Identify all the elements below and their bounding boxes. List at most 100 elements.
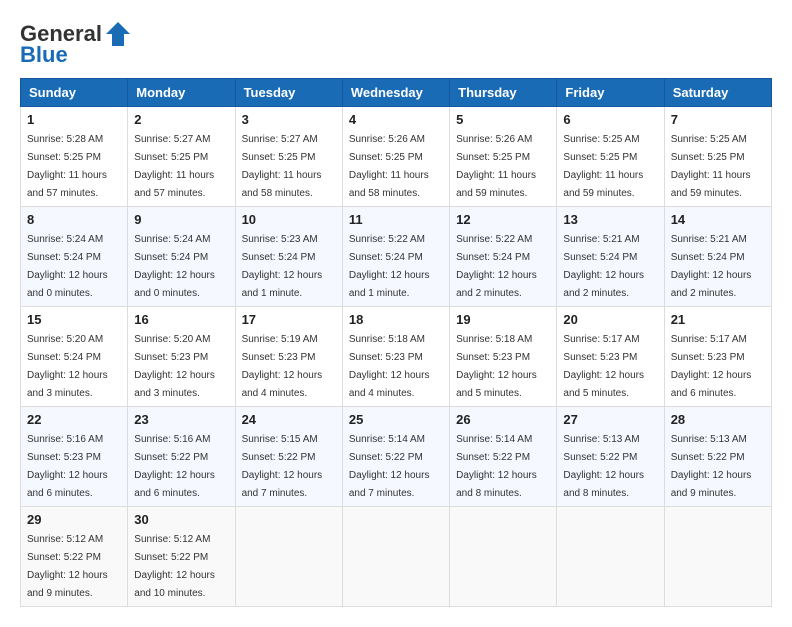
- calendar-cell: [235, 507, 342, 607]
- day-info: Sunrise: 5:20 AMSunset: 5:23 PMDaylight:…: [134, 334, 215, 399]
- day-number: 22: [27, 412, 121, 427]
- logo-icon: [104, 20, 132, 48]
- day-info: Sunrise: 5:26 AMSunset: 5:25 PMDaylight:…: [349, 134, 429, 199]
- day-number: 4: [349, 112, 443, 127]
- day-number: 2: [134, 112, 228, 127]
- calendar-body: 1 Sunrise: 5:28 AMSunset: 5:25 PMDayligh…: [21, 107, 772, 607]
- day-number: 8: [27, 212, 121, 227]
- calendar-cell: 21 Sunrise: 5:17 AMSunset: 5:23 PMDaylig…: [664, 307, 771, 407]
- day-number: 14: [671, 212, 765, 227]
- calendar-cell: 28 Sunrise: 5:13 AMSunset: 5:22 PMDaylig…: [664, 407, 771, 507]
- calendar-cell: 22 Sunrise: 5:16 AMSunset: 5:23 PMDaylig…: [21, 407, 128, 507]
- weekday-sunday: Sunday: [21, 79, 128, 107]
- day-number: 9: [134, 212, 228, 227]
- day-info: Sunrise: 5:13 AMSunset: 5:22 PMDaylight:…: [563, 434, 644, 499]
- calendar-cell: 7 Sunrise: 5:25 AMSunset: 5:25 PMDayligh…: [664, 107, 771, 207]
- day-number: 13: [563, 212, 657, 227]
- day-info: Sunrise: 5:17 AMSunset: 5:23 PMDaylight:…: [563, 334, 644, 399]
- weekday-friday: Friday: [557, 79, 664, 107]
- calendar-cell: [664, 507, 771, 607]
- calendar-cell: 13 Sunrise: 5:21 AMSunset: 5:24 PMDaylig…: [557, 207, 664, 307]
- calendar-table: SundayMondayTuesdayWednesdayThursdayFrid…: [20, 78, 772, 607]
- day-info: Sunrise: 5:20 AMSunset: 5:24 PMDaylight:…: [27, 334, 108, 399]
- day-number: 23: [134, 412, 228, 427]
- day-info: Sunrise: 5:21 AMSunset: 5:24 PMDaylight:…: [671, 234, 752, 299]
- day-number: 28: [671, 412, 765, 427]
- calendar-cell: 27 Sunrise: 5:13 AMSunset: 5:22 PMDaylig…: [557, 407, 664, 507]
- day-number: 20: [563, 312, 657, 327]
- day-number: 6: [563, 112, 657, 127]
- calendar-cell: 10 Sunrise: 5:23 AMSunset: 5:24 PMDaylig…: [235, 207, 342, 307]
- day-number: 17: [242, 312, 336, 327]
- day-info: Sunrise: 5:15 AMSunset: 5:22 PMDaylight:…: [242, 434, 323, 499]
- day-info: Sunrise: 5:23 AMSunset: 5:24 PMDaylight:…: [242, 234, 323, 299]
- calendar-cell: 17 Sunrise: 5:19 AMSunset: 5:23 PMDaylig…: [235, 307, 342, 407]
- day-info: Sunrise: 5:22 AMSunset: 5:24 PMDaylight:…: [349, 234, 430, 299]
- calendar-cell: 16 Sunrise: 5:20 AMSunset: 5:23 PMDaylig…: [128, 307, 235, 407]
- day-number: 12: [456, 212, 550, 227]
- day-number: 1: [27, 112, 121, 127]
- calendar-cell: 26 Sunrise: 5:14 AMSunset: 5:22 PMDaylig…: [450, 407, 557, 507]
- day-number: 26: [456, 412, 550, 427]
- day-info: Sunrise: 5:22 AMSunset: 5:24 PMDaylight:…: [456, 234, 537, 299]
- weekday-wednesday: Wednesday: [342, 79, 449, 107]
- calendar-cell: 8 Sunrise: 5:24 AMSunset: 5:24 PMDayligh…: [21, 207, 128, 307]
- day-number: 15: [27, 312, 121, 327]
- calendar-cell: 3 Sunrise: 5:27 AMSunset: 5:25 PMDayligh…: [235, 107, 342, 207]
- calendar-cell: 29 Sunrise: 5:12 AMSunset: 5:22 PMDaylig…: [21, 507, 128, 607]
- calendar-cell: 15 Sunrise: 5:20 AMSunset: 5:24 PMDaylig…: [21, 307, 128, 407]
- calendar-cell: 23 Sunrise: 5:16 AMSunset: 5:22 PMDaylig…: [128, 407, 235, 507]
- day-number: 19: [456, 312, 550, 327]
- day-number: 27: [563, 412, 657, 427]
- weekday-header-row: SundayMondayTuesdayWednesdayThursdayFrid…: [21, 79, 772, 107]
- day-info: Sunrise: 5:24 AMSunset: 5:24 PMDaylight:…: [134, 234, 215, 299]
- day-number: 24: [242, 412, 336, 427]
- calendar-week-2: 8 Sunrise: 5:24 AMSunset: 5:24 PMDayligh…: [21, 207, 772, 307]
- day-info: Sunrise: 5:25 AMSunset: 5:25 PMDaylight:…: [563, 134, 643, 199]
- day-number: 3: [242, 112, 336, 127]
- day-number: 16: [134, 312, 228, 327]
- day-info: Sunrise: 5:12 AMSunset: 5:22 PMDaylight:…: [134, 534, 215, 599]
- day-info: Sunrise: 5:18 AMSunset: 5:23 PMDaylight:…: [456, 334, 537, 399]
- day-number: 21: [671, 312, 765, 327]
- day-info: Sunrise: 5:28 AMSunset: 5:25 PMDaylight:…: [27, 134, 107, 199]
- calendar-cell: [342, 507, 449, 607]
- calendar-cell: 24 Sunrise: 5:15 AMSunset: 5:22 PMDaylig…: [235, 407, 342, 507]
- day-info: Sunrise: 5:21 AMSunset: 5:24 PMDaylight:…: [563, 234, 644, 299]
- page-header: General Blue: [20, 20, 772, 68]
- day-info: Sunrise: 5:25 AMSunset: 5:25 PMDaylight:…: [671, 134, 751, 199]
- calendar-week-3: 15 Sunrise: 5:20 AMSunset: 5:24 PMDaylig…: [21, 307, 772, 407]
- calendar-cell: 6 Sunrise: 5:25 AMSunset: 5:25 PMDayligh…: [557, 107, 664, 207]
- calendar-cell: [450, 507, 557, 607]
- weekday-thursday: Thursday: [450, 79, 557, 107]
- day-info: Sunrise: 5:13 AMSunset: 5:22 PMDaylight:…: [671, 434, 752, 499]
- calendar-cell: 30 Sunrise: 5:12 AMSunset: 5:22 PMDaylig…: [128, 507, 235, 607]
- logo: General Blue: [20, 20, 132, 68]
- day-number: 10: [242, 212, 336, 227]
- day-info: Sunrise: 5:14 AMSunset: 5:22 PMDaylight:…: [349, 434, 430, 499]
- day-info: Sunrise: 5:12 AMSunset: 5:22 PMDaylight:…: [27, 534, 108, 599]
- calendar-cell: 25 Sunrise: 5:14 AMSunset: 5:22 PMDaylig…: [342, 407, 449, 507]
- day-info: Sunrise: 5:14 AMSunset: 5:22 PMDaylight:…: [456, 434, 537, 499]
- day-info: Sunrise: 5:18 AMSunset: 5:23 PMDaylight:…: [349, 334, 430, 399]
- day-info: Sunrise: 5:26 AMSunset: 5:25 PMDaylight:…: [456, 134, 536, 199]
- calendar-week-5: 29 Sunrise: 5:12 AMSunset: 5:22 PMDaylig…: [21, 507, 772, 607]
- day-number: 7: [671, 112, 765, 127]
- calendar-cell: 14 Sunrise: 5:21 AMSunset: 5:24 PMDaylig…: [664, 207, 771, 307]
- calendar-cell: 12 Sunrise: 5:22 AMSunset: 5:24 PMDaylig…: [450, 207, 557, 307]
- calendar-cell: 5 Sunrise: 5:26 AMSunset: 5:25 PMDayligh…: [450, 107, 557, 207]
- calendar-cell: 20 Sunrise: 5:17 AMSunset: 5:23 PMDaylig…: [557, 307, 664, 407]
- calendar-cell: 9 Sunrise: 5:24 AMSunset: 5:24 PMDayligh…: [128, 207, 235, 307]
- weekday-tuesday: Tuesday: [235, 79, 342, 107]
- day-info: Sunrise: 5:19 AMSunset: 5:23 PMDaylight:…: [242, 334, 323, 399]
- day-info: Sunrise: 5:27 AMSunset: 5:25 PMDaylight:…: [242, 134, 322, 199]
- calendar-week-4: 22 Sunrise: 5:16 AMSunset: 5:23 PMDaylig…: [21, 407, 772, 507]
- weekday-monday: Monday: [128, 79, 235, 107]
- day-number: 29: [27, 512, 121, 527]
- logo-blue-text: Blue: [20, 42, 68, 68]
- day-number: 5: [456, 112, 550, 127]
- day-info: Sunrise: 5:16 AMSunset: 5:22 PMDaylight:…: [134, 434, 215, 499]
- weekday-saturday: Saturday: [664, 79, 771, 107]
- calendar-cell: 2 Sunrise: 5:27 AMSunset: 5:25 PMDayligh…: [128, 107, 235, 207]
- day-info: Sunrise: 5:16 AMSunset: 5:23 PMDaylight:…: [27, 434, 108, 499]
